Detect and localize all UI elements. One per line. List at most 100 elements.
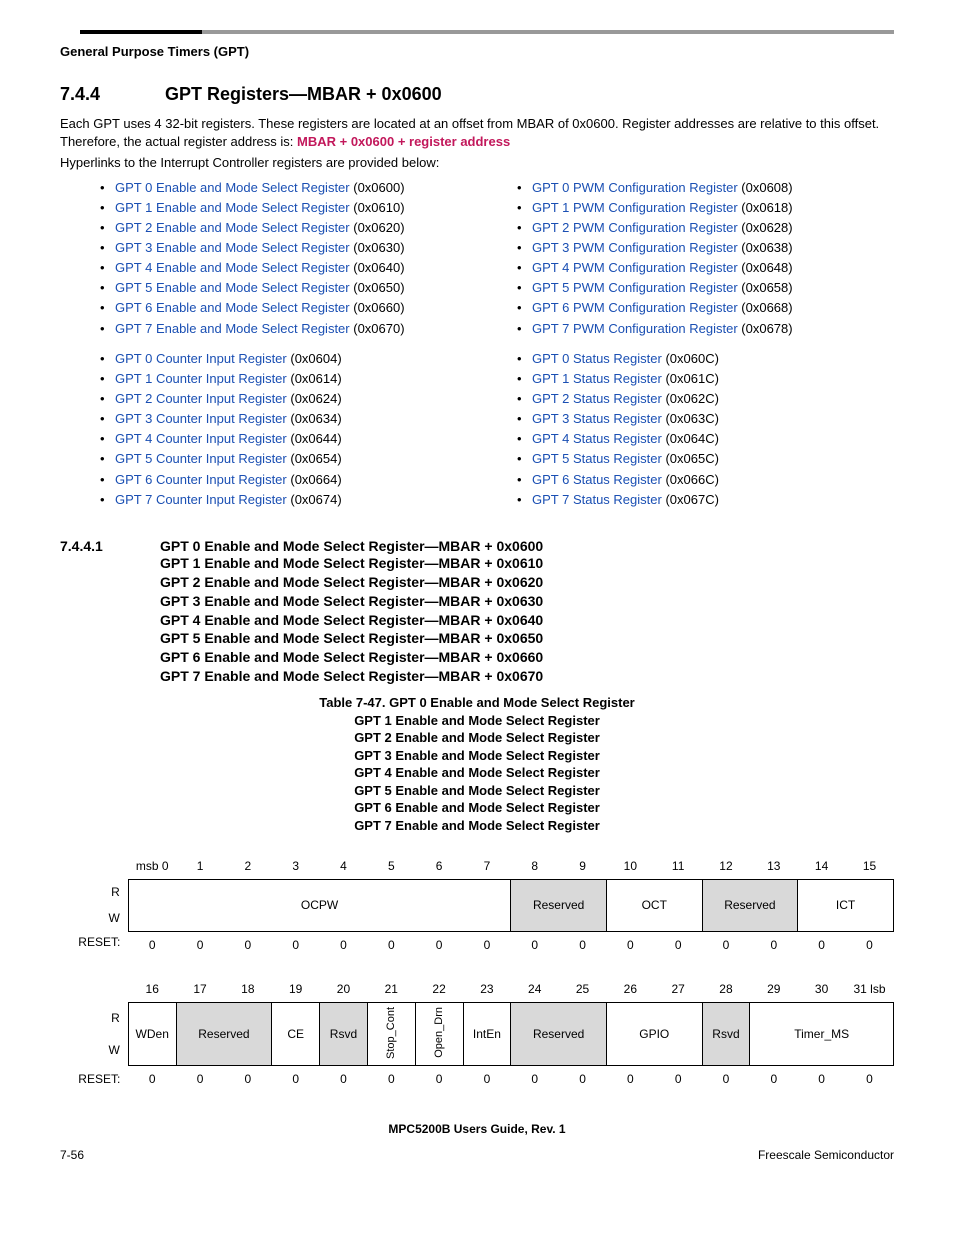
register-link-item: GPT 5 Enable and Mode Select Register (0… <box>60 278 477 298</box>
field-ocpw: OCPW <box>128 879 511 931</box>
table-caption-sub: GPT 1 Enable and Mode Select Register <box>60 712 894 730</box>
reset-value: 0 <box>176 1066 224 1093</box>
register-link[interactable]: GPT 6 Status Register <box>532 472 662 487</box>
register-link[interactable]: GPT 1 Counter Input Register <box>115 371 287 386</box>
register-link[interactable]: GPT 4 Status Register <box>532 431 662 446</box>
bit-number: 2 <box>224 853 272 880</box>
register-link[interactable]: GPT 7 PWM Configuration Register <box>532 321 738 336</box>
register-link-item: GPT 4 Enable and Mode Select Register (0… <box>60 258 477 278</box>
reset-value: 0 <box>750 1066 798 1093</box>
bit-number: 14 <box>798 853 846 880</box>
bit-number: 16 <box>128 976 176 1003</box>
page-footer: MPC5200B Users Guide, Rev. 1 7-56 Freesc… <box>60 1122 894 1162</box>
register-link[interactable]: GPT 3 Enable and Mode Select Register <box>115 240 350 255</box>
bit-number: 20 <box>320 976 368 1003</box>
bit-numbers-high: msb 0123456789101112131415 <box>60 853 894 880</box>
register-link-item: GPT 1 PWM Configuration Register (0x0618… <box>477 198 894 218</box>
register-address: (0x060C) <box>662 351 719 366</box>
register-link[interactable]: GPT 5 Status Register <box>532 451 662 466</box>
register-link-item: GPT 6 Counter Input Register (0x0664) <box>60 470 477 490</box>
bit-number: 3 <box>272 853 320 880</box>
register-address: (0x0674) <box>287 492 342 507</box>
register-link-item: GPT 7 Status Register (0x067C) <box>477 490 894 510</box>
register-link-item: GPT 0 Status Register (0x060C) <box>477 349 894 369</box>
register-link[interactable]: GPT 5 PWM Configuration Register <box>532 280 738 295</box>
reset-value: 0 <box>463 931 511 958</box>
register-link[interactable]: GPT 3 PWM Configuration Register <box>532 240 738 255</box>
reset-value: 0 <box>654 931 702 958</box>
register-table-high: msb 0123456789101112131415 R OCPW Reserv… <box>60 853 894 958</box>
register-link[interactable]: GPT 3 Counter Input Register <box>115 411 287 426</box>
register-link[interactable]: GPT 4 PWM Configuration Register <box>532 260 738 275</box>
field-ict: ICT <box>798 879 894 931</box>
r-row-low: R WDen Reserved CE Rsvd Stop_Cont Open_D… <box>60 1002 894 1034</box>
register-link-item: GPT 6 Enable and Mode Select Register (0… <box>60 298 477 318</box>
field-stop-cont: Stop_Cont <box>367 1002 415 1066</box>
register-link-item: GPT 5 Counter Input Register (0x0654) <box>60 449 477 469</box>
register-address: (0x0624) <box>287 391 342 406</box>
w-label: W <box>60 905 128 931</box>
register-address: (0x0618) <box>738 200 793 215</box>
register-link[interactable]: GPT 1 PWM Configuration Register <box>532 200 738 215</box>
register-link[interactable]: GPT 3 Status Register <box>532 411 662 426</box>
register-link[interactable]: GPT 7 Enable and Mode Select Register <box>115 321 350 336</box>
subsection-title-line: GPT 3 Enable and Mode Select Register—MB… <box>160 592 894 611</box>
bit-number: 27 <box>654 976 702 1003</box>
bit-number: 19 <box>272 976 320 1003</box>
register-link[interactable]: GPT 4 Counter Input Register <box>115 431 287 446</box>
bit-numbers-low: 16171819202122232425262728293031 lsb <box>60 976 894 1003</box>
register-link[interactable]: GPT 4 Enable and Mode Select Register <box>115 260 350 275</box>
register-link[interactable]: GPT 6 PWM Configuration Register <box>532 300 738 315</box>
left-column: GPT 0 Enable and Mode Select Register (0… <box>60 178 477 520</box>
register-link-item: GPT 3 Counter Input Register (0x0634) <box>60 409 477 429</box>
register-address: (0x0620) <box>350 220 405 235</box>
reset-value: 0 <box>128 931 176 958</box>
register-link[interactable]: GPT 2 Counter Input Register <box>115 391 287 406</box>
register-link[interactable]: GPT 1 Status Register <box>532 371 662 386</box>
bit-number: 11 <box>654 853 702 880</box>
reset-label: RESET: <box>60 931 128 958</box>
register-link[interactable]: GPT 6 Counter Input Register <box>115 472 287 487</box>
bit-number: 15 <box>846 853 894 880</box>
reset-value: 0 <box>128 1066 176 1093</box>
subsection-title-more: GPT 1 Enable and Mode Select Register—MB… <box>160 554 894 686</box>
address-formula: MBAR + 0x0600 + register address <box>297 134 510 149</box>
register-link[interactable]: GPT 1 Enable and Mode Select Register <box>115 200 350 215</box>
reset-value: 0 <box>176 931 224 958</box>
register-address: (0x0664) <box>287 472 342 487</box>
bit-number: 28 <box>702 976 750 1003</box>
subsection-title-line: GPT 0 Enable and Mode Select Register—MB… <box>160 538 543 554</box>
register-link[interactable]: GPT 7 Status Register <box>532 492 662 507</box>
register-link[interactable]: GPT 5 Counter Input Register <box>115 451 287 466</box>
section-number: 7.4.4 <box>60 84 160 105</box>
register-address: (0x065C) <box>662 451 719 466</box>
register-link-item: GPT 2 PWM Configuration Register (0x0628… <box>477 218 894 238</box>
reset-value: 0 <box>846 1066 894 1093</box>
register-address: (0x0614) <box>287 371 342 386</box>
register-link[interactable]: GPT 0 Enable and Mode Select Register <box>115 180 350 195</box>
bit-number: 9 <box>559 853 607 880</box>
register-link[interactable]: GPT 0 Status Register <box>532 351 662 366</box>
register-link[interactable]: GPT 0 Counter Input Register <box>115 351 287 366</box>
bit-number: 1 <box>176 853 224 880</box>
register-link[interactable]: GPT 5 Enable and Mode Select Register <box>115 280 350 295</box>
register-address: (0x0638) <box>738 240 793 255</box>
register-link[interactable]: GPT 7 Counter Input Register <box>115 492 287 507</box>
register-link[interactable]: GPT 2 Status Register <box>532 391 662 406</box>
reset-value: 0 <box>798 931 846 958</box>
register-link[interactable]: GPT 6 Enable and Mode Select Register <box>115 300 350 315</box>
register-link[interactable]: GPT 2 PWM Configuration Register <box>532 220 738 235</box>
reset-value: 0 <box>272 1066 320 1093</box>
subsection-title-line: GPT 1 Enable and Mode Select Register—MB… <box>160 554 894 573</box>
bit-number: 29 <box>750 976 798 1003</box>
footer-doc-title: MPC5200B Users Guide, Rev. 1 <box>60 1122 894 1136</box>
register-link-item: GPT 2 Counter Input Register (0x0624) <box>60 389 477 409</box>
r-label: R <box>60 879 128 905</box>
subsection-title-line: GPT 5 Enable and Mode Select Register—MB… <box>160 629 894 648</box>
register-link[interactable]: GPT 0 PWM Configuration Register <box>532 180 738 195</box>
field-rsvd-20: Rsvd <box>320 1002 368 1066</box>
register-link[interactable]: GPT 2 Enable and Mode Select Register <box>115 220 350 235</box>
reset-value: 0 <box>224 1066 272 1093</box>
reset-value: 0 <box>606 931 654 958</box>
register-link-item: GPT 3 Status Register (0x063C) <box>477 409 894 429</box>
